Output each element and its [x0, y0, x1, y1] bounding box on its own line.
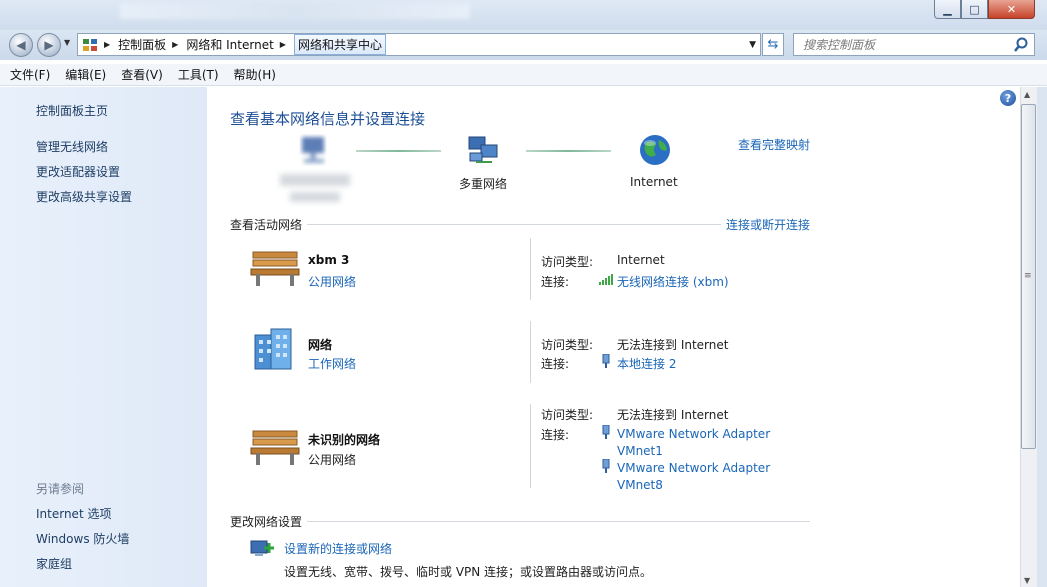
- menu-file[interactable]: 文件(F): [10, 66, 50, 83]
- scroll-up-icon[interactable]: ▲: [1024, 90, 1030, 99]
- connect-disconnect-link[interactable]: 连接或断开连接: [726, 216, 810, 233]
- menu-help[interactable]: 帮助(H): [234, 66, 276, 83]
- window-border: [1037, 87, 1047, 587]
- multiple-networks-label: 多重网络: [459, 177, 508, 191]
- active-networks-header: 查看活动网络: [230, 218, 303, 232]
- blurred-title-text: [120, 3, 470, 19]
- access-type-label: 访问类型:: [541, 408, 594, 422]
- scroll-down-icon[interactable]: ▼: [1024, 576, 1030, 585]
- minimize-button[interactable]: ▁: [934, 0, 961, 19]
- maximize-button[interactable]: □: [961, 0, 988, 19]
- connections-label: 连接:: [541, 275, 570, 289]
- access-type-value: 无法连接到 Internet: [617, 408, 729, 422]
- network-name: xbm 3: [308, 253, 350, 267]
- access-type-value: Internet: [617, 253, 665, 267]
- scroll-grip-icon: ≡: [1024, 271, 1032, 281]
- breadcrumb-control-panel[interactable]: 控制面板: [118, 36, 166, 53]
- search-icon[interactable]: [1013, 37, 1029, 53]
- search-box[interactable]: 搜索控制面板: [793, 33, 1035, 56]
- network-type-link[interactable]: 工作网络: [308, 355, 356, 372]
- refresh-button[interactable]: ⇆: [762, 33, 784, 56]
- map-connection-line: [356, 150, 441, 152]
- computer-name-blurred: [280, 174, 350, 186]
- divider: [307, 224, 721, 225]
- connection-link[interactable]: VMware Network Adapter VMnet8: [617, 460, 787, 494]
- setup-new-connection-link[interactable]: 设置新的连接或网络: [284, 540, 392, 557]
- computer-subname-blurred: [290, 192, 340, 202]
- menu-view[interactable]: 查看(V): [121, 66, 163, 83]
- forward-button[interactable]: ▶: [37, 33, 61, 57]
- bench-public-network-icon: [250, 430, 300, 465]
- sidebar-item-control-panel-home[interactable]: 控制面板主页: [36, 102, 108, 119]
- internet-globe-icon[interactable]: [638, 133, 672, 167]
- new-connection-icon[interactable]: [249, 537, 275, 561]
- multiple-networks-icon[interactable]: [466, 135, 500, 167]
- page-title: 查看基本网络信息并设置连接: [230, 110, 426, 128]
- breadcrumb-separator-icon[interactable]: ▶: [104, 40, 110, 49]
- breadcrumb-network-internet[interactable]: 网络和 Internet: [186, 36, 273, 53]
- view-full-map-link[interactable]: 查看完整映射: [738, 136, 810, 153]
- forward-arrow-icon: ▶: [44, 38, 54, 52]
- connections-label: 连接:: [541, 357, 570, 371]
- close-button[interactable]: ✕: [988, 0, 1035, 19]
- address-dropdown-icon[interactable]: ▼: [749, 40, 756, 50]
- window-controls: ▁ □ ✕: [934, 0, 1035, 19]
- internet-label: Internet: [630, 175, 678, 189]
- sidebar-item-homegroup[interactable]: 家庭组: [36, 555, 72, 572]
- divider: [530, 238, 531, 300]
- ethernet-adapter-icon: [602, 425, 610, 439]
- breadcrumb-separator-icon[interactable]: ▶: [280, 40, 286, 49]
- sidebar-item-windows-firewall[interactable]: Windows 防火墙: [36, 530, 129, 547]
- back-arrow-icon: ◀: [16, 38, 26, 52]
- refresh-icon: ⇆: [767, 37, 779, 52]
- network-name: 未识别的网络: [308, 433, 381, 447]
- office-building-work-network-icon[interactable]: [249, 327, 297, 371]
- divider: [530, 321, 531, 383]
- connections-label: 连接:: [541, 428, 570, 442]
- divider: [530, 404, 531, 488]
- access-type-value: 无法连接到 Internet: [617, 338, 729, 352]
- help-icon[interactable]: ?: [1000, 90, 1016, 106]
- setup-description: 设置无线、宽带、拨号、临时或 VPN 连接；或设置路由器或访问点。: [284, 565, 653, 579]
- sidebar-item-internet-options[interactable]: Internet 选项: [36, 505, 111, 522]
- search-input[interactable]: 搜索控制面板: [803, 36, 1013, 53]
- history-dropdown-icon[interactable]: ▼: [64, 38, 70, 47]
- bench-public-network-icon[interactable]: [249, 248, 301, 288]
- see-also-title: 另请参阅: [36, 482, 85, 496]
- connection-link[interactable]: VMware Network Adapter VMnet1: [617, 426, 787, 460]
- divider: [307, 521, 810, 522]
- menu-tools[interactable]: 工具(T): [178, 66, 219, 83]
- change-settings-header: 更改网络设置: [230, 515, 303, 529]
- breadcrumb-separator-icon[interactable]: ▶: [172, 40, 178, 49]
- computer-icon-blurred[interactable]: [296, 133, 336, 169]
- network-type-link[interactable]: 公用网络: [308, 273, 356, 290]
- map-connection-line: [526, 150, 611, 152]
- ethernet-adapter-icon: [602, 459, 610, 473]
- sidebar-item-manage-wireless[interactable]: 管理无线网络: [36, 138, 108, 155]
- menu-bar: 文件(F) 编辑(E) 查看(V) 工具(T) 帮助(H): [0, 64, 1047, 86]
- sidebar-item-advanced-sharing[interactable]: 更改高级共享设置: [36, 188, 132, 205]
- breadcrumb-network-sharing-center[interactable]: 网络和共享中心: [293, 34, 386, 55]
- ethernet-adapter-icon: [602, 354, 610, 368]
- access-type-label: 访问类型:: [541, 338, 594, 352]
- connection-link[interactable]: 无线网络连接 (xbm): [617, 273, 729, 290]
- menu-edit[interactable]: 编辑(E): [65, 66, 106, 83]
- control-panel-icon: [83, 38, 97, 51]
- address-bar[interactable]: ▶ 控制面板 ▶ 网络和 Internet ▶ 网络和共享中心 ▼: [77, 33, 761, 56]
- network-type: 公用网络: [308, 453, 357, 467]
- sidebar-item-adapter-settings[interactable]: 更改适配器设置: [36, 163, 120, 180]
- back-button[interactable]: ◀: [9, 33, 33, 57]
- network-name: 网络: [308, 338, 333, 352]
- connection-link[interactable]: 本地连接 2: [617, 355, 676, 372]
- wifi-signal-icon: [599, 274, 613, 285]
- access-type-label: 访问类型:: [541, 255, 594, 269]
